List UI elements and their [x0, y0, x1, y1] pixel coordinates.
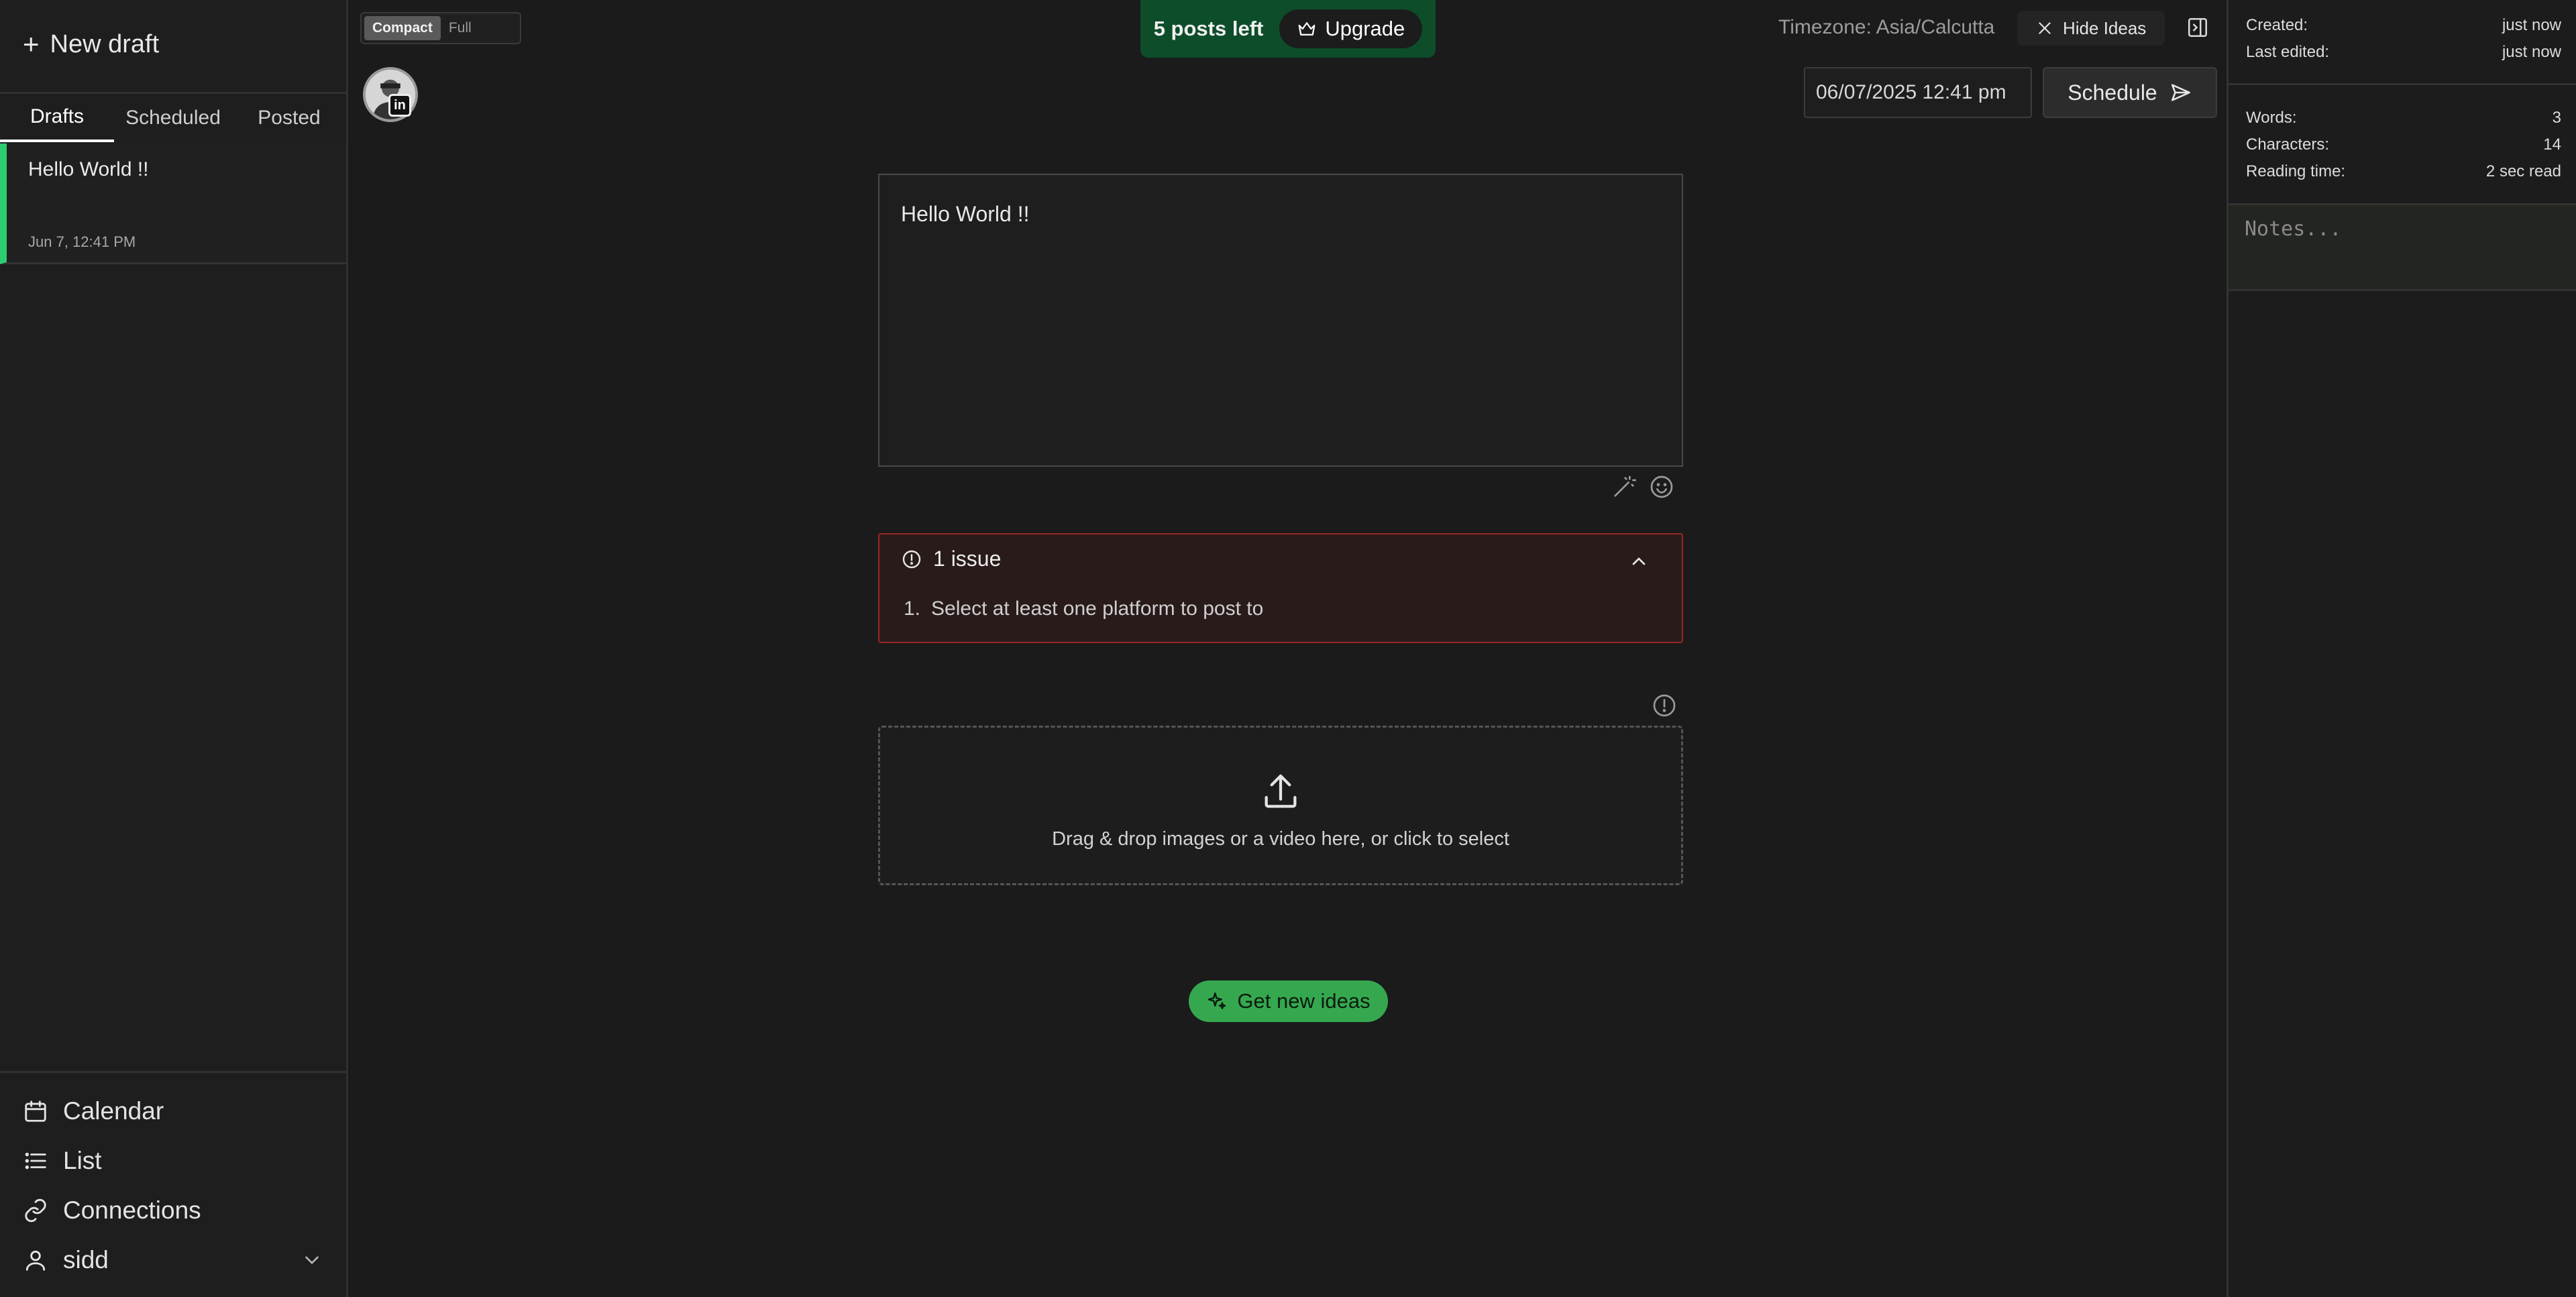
nav-item-label: List [63, 1147, 102, 1174]
view-full-option[interactable]: Full [441, 16, 480, 40]
nav-item-calendar[interactable]: Calendar [0, 1086, 346, 1136]
words-label: Words: [2246, 109, 2297, 127]
timezone-label[interactable]: Timezone: Asia/Calcutta [1778, 16, 1994, 39]
sidebar-divider [0, 1071, 348, 1073]
sparkles-icon [1208, 992, 1226, 1009]
upgrade-label: Upgrade [1325, 17, 1405, 40]
panel-toggle-icon[interactable] [2186, 16, 2209, 39]
panel-divider [2229, 83, 2576, 85]
tab-posted[interactable]: Posted [232, 94, 346, 142]
upgrade-button[interactable]: Upgrade [1279, 9, 1423, 48]
alert-circle-icon [902, 550, 921, 568]
schedule-datetime-input[interactable]: 06/07/2025 12:41 pm [1804, 67, 2032, 118]
main-area: Compact Full in 5 posts left Upgrade Tim… [348, 0, 2226, 1297]
posts-left-text: 5 posts left [1153, 17, 1264, 40]
app-root: + New draft Drafts Scheduled Posted Hell… [0, 0, 2576, 1297]
nav-item-label: Connections [63, 1196, 201, 1224]
hide-ideas-label: Hide Ideas [2063, 17, 2147, 38]
words-value: 3 [2552, 109, 2561, 127]
chevron-up-icon[interactable] [1628, 551, 1650, 572]
issue-text: Select at least one platform to post to [931, 598, 1264, 620]
list-icon [25, 1152, 46, 1170]
tab-scheduled[interactable]: Scheduled [114, 94, 232, 142]
issues-count: 1 issue [933, 547, 1002, 571]
crown-icon [1298, 22, 1316, 36]
issue-number: 1. [904, 598, 921, 620]
last-edited-value: just now [2502, 43, 2561, 61]
media-dropzone[interactable]: Drag & drop images or a video here, or c… [878, 726, 1683, 885]
plus-icon: + [23, 28, 40, 60]
issues-header[interactable]: 1 issue [901, 547, 1001, 571]
linkedin-icon: in [388, 94, 411, 117]
send-icon [2171, 84, 2190, 101]
link-icon [25, 1198, 46, 1223]
view-mode-toggle: Compact Full [360, 12, 521, 44]
get-new-ideas-label: Get new ideas [1237, 989, 1371, 1013]
close-icon [2039, 22, 2051, 34]
draft-list-item[interactable]: Hello World !! Jun 7, 12:41 PM [0, 144, 346, 264]
characters-row: Characters: 14 [2246, 135, 2561, 154]
editor-tools [1611, 473, 1675, 500]
reading-time-value: 2 sec read [2485, 162, 2561, 180]
calendar-icon [25, 1101, 46, 1122]
issue-item: 1. Select at least one platform to post … [904, 598, 1263, 620]
draft-tabs: Drafts Scheduled Posted [0, 94, 348, 142]
chevron-down-icon[interactable] [301, 1249, 323, 1272]
user-icon [25, 1250, 46, 1271]
created-row: Created: just now [2246, 16, 2561, 35]
dropzone-text: Drag & drop images or a video here, or c… [1052, 828, 1509, 850]
schedule-label: Schedule [2068, 80, 2157, 105]
last-edited-label: Last edited: [2246, 43, 2330, 61]
created-value: just now [2502, 16, 2561, 34]
draft-date: Jun 7, 12:41 PM [28, 233, 136, 250]
nav-item-label: sidd [63, 1246, 109, 1274]
view-compact-option[interactable]: Compact [364, 16, 441, 40]
tab-drafts[interactable]: Drafts [0, 94, 114, 142]
draft-title: Hello World !! [28, 158, 149, 180]
words-row: Words: 3 [2246, 109, 2561, 127]
nav-item-connections[interactable]: Connections [0, 1186, 346, 1235]
upload-icon [1265, 774, 1297, 807]
schedule-button[interactable]: Schedule [2043, 67, 2217, 118]
sidebar: + New draft Drafts Scheduled Posted Hell… [0, 0, 348, 1297]
notes-input[interactable] [2245, 217, 2562, 277]
post-editor[interactable]: Hello World !! [878, 174, 1683, 467]
sidebar-nav: Calendar List Connections sidd [0, 1086, 346, 1285]
last-edited-row: Last edited: just now [2246, 43, 2561, 62]
characters-value: 14 [2543, 135, 2561, 154]
reading-time-label: Reading time: [2246, 162, 2346, 180]
reading-time-row: Reading time: 2 sec read [2246, 162, 2561, 181]
new-draft-button[interactable]: + New draft [23, 24, 159, 64]
created-label: Created: [2246, 16, 2308, 34]
new-draft-label: New draft [50, 30, 160, 58]
emoji-icon[interactable] [1648, 473, 1675, 500]
details-panel: Created: just now Last edited: just now … [2226, 0, 2576, 1297]
plan-banner: 5 posts left Upgrade [1140, 0, 1436, 58]
nav-item-user[interactable]: sidd [0, 1235, 346, 1285]
issues-panel: 1 issue 1. Select at least one platform … [878, 533, 1683, 643]
hide-ideas-button[interactable]: Hide Ideas [2017, 11, 2165, 46]
notes-area [2229, 205, 2576, 291]
info-icon[interactable] [1651, 692, 1678, 719]
nav-item-list[interactable]: List [0, 1136, 346, 1186]
get-new-ideas-button[interactable]: Get new ideas [1189, 980, 1388, 1022]
nav-item-label: Calendar [63, 1097, 164, 1125]
magic-wand-icon[interactable] [1611, 473, 1638, 500]
characters-label: Characters: [2246, 135, 2330, 154]
